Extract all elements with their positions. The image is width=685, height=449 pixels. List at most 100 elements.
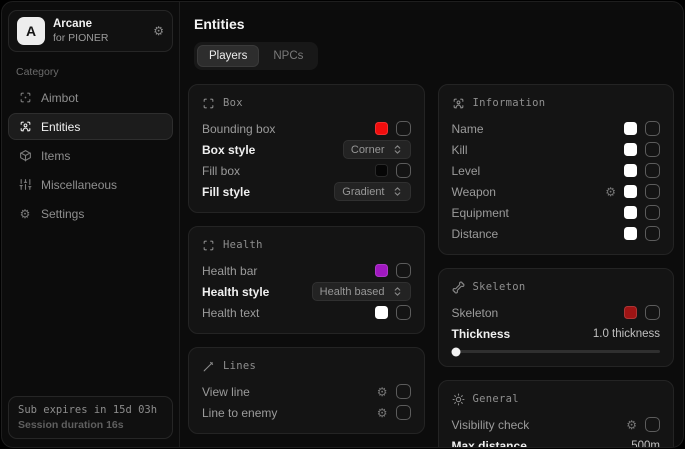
sidebar-item-label: Miscellaneous: [41, 178, 117, 192]
color-swatch[interactable]: [375, 306, 388, 319]
color-swatch[interactable]: [624, 164, 637, 177]
gear-icon[interactable]: ⚙: [626, 419, 637, 431]
session-duration-text: Session duration 16s: [18, 419, 163, 431]
select-value: Corner: [351, 144, 385, 156]
sliders-icon: [18, 178, 32, 192]
color-swatch[interactable]: [624, 227, 637, 240]
card-health: HealthHealth barHealth styleHealth based…: [188, 226, 425, 334]
sidebar-item-entities[interactable]: Entities: [8, 113, 173, 140]
card-title: Health: [223, 239, 263, 251]
card-general: General Visibility check ⚙ Max distance500m: [438, 380, 675, 447]
gear-icon[interactable]: ⚙: [153, 25, 164, 37]
main-panel: Entities PlayersNPCs BoxBounding boxBox …: [180, 2, 683, 447]
color-swatch[interactable]: [624, 306, 637, 319]
sidebar-nav: AimbotEntities Items Miscellaneous ⚙Setting…: [8, 84, 173, 227]
select-health-style[interactable]: Health based: [312, 282, 411, 301]
card-title: Information: [473, 97, 546, 109]
sidebar-item-items[interactable]: Items: [8, 142, 173, 169]
column-right: InformationNameKillLevelWeapon⚙Equipment…: [438, 84, 675, 447]
tab-players[interactable]: Players: [197, 45, 259, 67]
card-title: General: [473, 393, 519, 405]
sidebar-item-settings[interactable]: ⚙Settings: [8, 200, 173, 227]
gear-icon[interactable]: ⚙: [605, 186, 616, 198]
sidebar-item-aimbot[interactable]: Aimbot: [8, 84, 173, 111]
color-swatch[interactable]: [375, 164, 388, 177]
card-lines: LinesView line⚙Line to enemy⚙: [188, 347, 425, 434]
sidebar-item-miscellaneous[interactable]: Miscellaneous: [8, 171, 173, 198]
card-information: InformationNameKillLevelWeapon⚙Equipment…: [438, 84, 675, 255]
setting-label: Equipment: [452, 206, 509, 220]
card-header: Lines: [202, 357, 411, 375]
checkbox[interactable]: [396, 405, 411, 420]
setting-label: Health text: [202, 306, 259, 320]
color-swatch[interactable]: [624, 122, 637, 135]
sub-expires-text: Sub expires in 15d 03h: [18, 404, 163, 416]
checkbox[interactable]: [396, 305, 411, 320]
select-fill-style[interactable]: Gradient: [334, 182, 410, 201]
checkbox[interactable]: [396, 263, 411, 278]
slider-thumb[interactable]: [451, 347, 460, 356]
setting-label: Health bar: [202, 264, 257, 278]
scan-icon: [202, 97, 215, 110]
checkbox[interactable]: [645, 226, 660, 241]
setting-row-equipment: Equipment: [452, 202, 661, 223]
unfold-icon: [392, 286, 403, 297]
card-header: Information: [452, 94, 661, 112]
sun-icon: [452, 393, 465, 406]
gear-icon[interactable]: ⚙: [377, 407, 388, 419]
checkbox[interactable]: [396, 384, 411, 399]
brand-card: A Arcane for PIONER ⚙: [8, 10, 173, 52]
checkbox[interactable]: [645, 121, 660, 136]
card-box: BoxBounding boxBox styleCornerFill boxFi…: [188, 84, 425, 213]
checkbox[interactable]: [645, 142, 660, 157]
card-title: Skeleton: [473, 281, 526, 293]
checkbox[interactable]: [645, 163, 660, 178]
tab-npcs[interactable]: NPCs: [261, 45, 315, 67]
card-skeleton: Skeleton Skeleton Thickness1.0 thickness: [438, 268, 675, 367]
person-scan-icon: [452, 97, 465, 110]
bone-icon: [452, 281, 465, 294]
setting-row-max-distance: Max distance500m: [452, 436, 661, 447]
setting-row-thickness: Thickness1.0 thickness: [452, 324, 661, 353]
checkbox[interactable]: [645, 305, 660, 320]
cube-icon: [18, 149, 32, 163]
select-box-style[interactable]: Corner: [343, 140, 411, 159]
sidebar: A Arcane for PIONER ⚙ Category AimbotEnt…: [2, 2, 180, 447]
card-header: Health: [202, 236, 411, 254]
checkbox[interactable]: [645, 184, 660, 199]
setting-label: Distance: [452, 227, 499, 241]
select-value: Health based: [320, 286, 385, 298]
page-title: Entities: [194, 16, 674, 32]
setting-row-visibility-check: Visibility check ⚙: [452, 414, 661, 435]
color-swatch[interactable]: [375, 264, 388, 277]
gear-icon[interactable]: ⚙: [377, 386, 388, 398]
setting-row-health-bar: Health bar: [202, 260, 411, 281]
select-value: Gradient: [342, 186, 384, 198]
setting-label: Fill box: [202, 164, 240, 178]
setting-label: Skeleton: [452, 306, 499, 320]
color-swatch[interactable]: [624, 143, 637, 156]
column-left: BoxBounding boxBox styleCornerFill boxFi…: [188, 84, 425, 447]
setting-label: Visibility check: [452, 418, 530, 432]
brand-name: Arcane: [53, 17, 145, 31]
setting-label: Weapon: [452, 185, 496, 199]
color-swatch[interactable]: [375, 122, 388, 135]
card-title: Box: [223, 97, 243, 109]
person-scan-icon: [18, 120, 32, 134]
checkbox[interactable]: [645, 205, 660, 220]
slider[interactable]: [452, 350, 661, 353]
checkbox[interactable]: [396, 163, 411, 178]
sidebar-item-label: Items: [41, 149, 70, 163]
setting-label: Thickness: [452, 327, 511, 341]
checkbox[interactable]: [396, 121, 411, 136]
color-swatch[interactable]: [624, 185, 637, 198]
brand-logo: A: [17, 17, 45, 45]
card-header: Box: [202, 94, 411, 112]
color-swatch[interactable]: [624, 206, 637, 219]
crosshair-icon: [18, 91, 32, 105]
subscription-info: Sub expires in 15d 03h Session duration …: [8, 396, 173, 439]
checkbox[interactable]: [645, 417, 660, 432]
unfold-icon: [392, 186, 403, 197]
card-header: Skeleton: [452, 278, 661, 296]
unfold-icon: [392, 144, 403, 155]
